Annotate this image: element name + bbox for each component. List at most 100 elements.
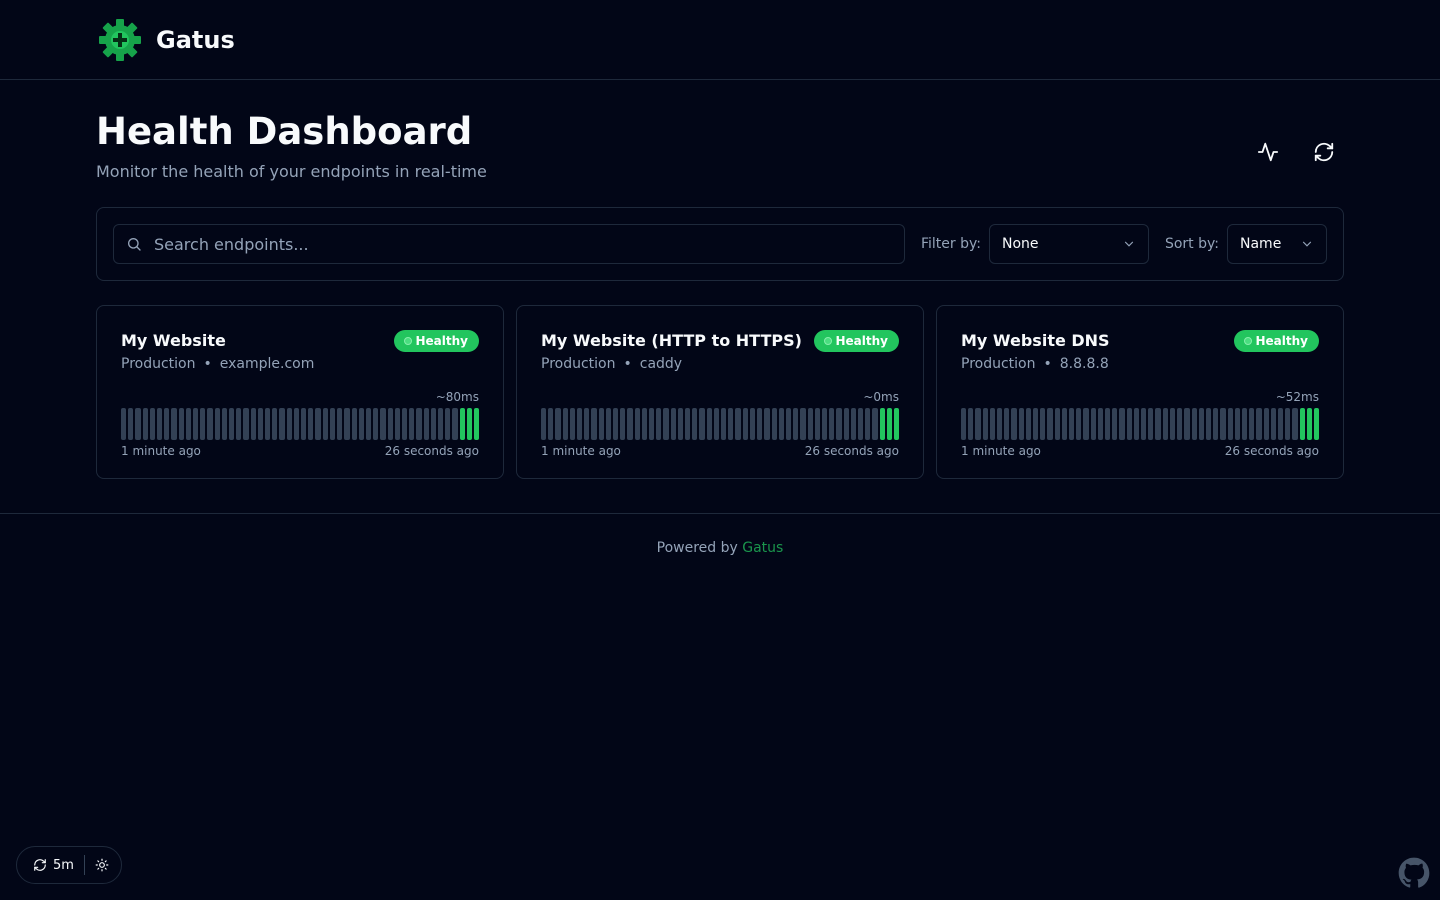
uptime-bar-empty[interactable]: [1162, 408, 1168, 440]
uptime-bar-empty[interactable]: [1112, 408, 1118, 440]
uptime-bar-empty[interactable]: [1234, 408, 1240, 440]
uptime-bar-empty[interactable]: [829, 408, 835, 440]
uptime-bar-empty[interactable]: [656, 408, 662, 440]
uptime-bar-healthy[interactable]: [1313, 408, 1320, 440]
uptime-bar-empty[interactable]: [1004, 408, 1010, 440]
uptime-bar-empty[interactable]: [214, 408, 220, 440]
uptime-bar-empty[interactable]: [785, 408, 792, 440]
uptime-bar-empty[interactable]: [387, 408, 393, 440]
uptime-bar-empty[interactable]: [634, 408, 640, 440]
uptime-bar-healthy[interactable]: [459, 408, 465, 440]
uptime-bar-empty[interactable]: [778, 408, 784, 440]
uptime-bar-empty[interactable]: [1061, 408, 1068, 440]
uptime-bar-empty[interactable]: [1169, 408, 1176, 440]
uptime-bar-empty[interactable]: [193, 408, 199, 440]
uptime-bar-empty[interactable]: [1148, 408, 1154, 440]
uptime-bar-empty[interactable]: [430, 408, 436, 440]
uptime-bar-empty[interactable]: [1220, 408, 1226, 440]
uptime-bar-empty[interactable]: [1213, 408, 1219, 440]
uptime-bar-empty[interactable]: [1184, 408, 1190, 440]
uptime-bar-empty[interactable]: [1105, 408, 1111, 440]
uptime-bar-empty[interactable]: [1011, 408, 1017, 440]
uptime-bar-empty[interactable]: [975, 408, 981, 440]
uptime-bar-empty[interactable]: [584, 408, 590, 440]
uptime-bar-empty[interactable]: [394, 408, 400, 440]
uptime-bar-empty[interactable]: [1119, 408, 1125, 440]
uptime-bar-empty[interactable]: [358, 408, 364, 440]
uptime-bar-empty[interactable]: [1141, 408, 1147, 440]
brand[interactable]: Gatus: [96, 16, 235, 64]
uptime-bar-empty[interactable]: [865, 408, 871, 440]
uptime-bar-empty[interactable]: [1126, 408, 1132, 440]
uptime-bar-empty[interactable]: [1191, 408, 1197, 440]
uptime-bar-empty[interactable]: [1285, 408, 1291, 440]
uptime-bar-empty[interactable]: [1069, 408, 1075, 440]
uptime-bar-healthy[interactable]: [1306, 408, 1312, 440]
uptime-bar-healthy[interactable]: [886, 408, 892, 440]
uptime-bar-empty[interactable]: [857, 408, 864, 440]
uptime-bar-empty[interactable]: [699, 408, 705, 440]
search-box[interactable]: [113, 224, 905, 264]
uptime-bar-healthy[interactable]: [473, 408, 480, 440]
uptime-bar-empty[interactable]: [221, 408, 228, 440]
sort-select[interactable]: Name: [1227, 224, 1327, 264]
uptime-bar-empty[interactable]: [1270, 408, 1276, 440]
uptime-bar-empty[interactable]: [627, 408, 633, 440]
uptime-bar-empty[interactable]: [142, 408, 148, 440]
uptime-bar-empty[interactable]: [814, 408, 820, 440]
uptime-bar-empty[interactable]: [1025, 408, 1032, 440]
activity-button[interactable]: [1248, 132, 1288, 172]
uptime-bar-empty[interactable]: [649, 408, 655, 440]
uptime-bar-empty[interactable]: [344, 408, 350, 440]
uptime-bar-empty[interactable]: [365, 408, 372, 440]
uptime-bar-empty[interactable]: [749, 408, 756, 440]
gatus-link[interactable]: Gatus: [742, 540, 783, 556]
uptime-bar-healthy[interactable]: [893, 408, 900, 440]
uptime-bar-empty[interactable]: [423, 408, 429, 440]
endpoint-card[interactable]: My Website DNS Production • 8.8.8.8 Health…: [936, 305, 1344, 479]
uptime-bar-empty[interactable]: [771, 408, 777, 440]
uptime-bar-empty[interactable]: [1292, 408, 1298, 440]
uptime-bar-empty[interactable]: [968, 408, 974, 440]
uptime-bar-empty[interactable]: [157, 408, 163, 440]
uptime-bar-empty[interactable]: [452, 408, 458, 440]
uptime-bar-empty[interactable]: [286, 408, 292, 440]
uptime-bar-empty[interactable]: [1083, 408, 1089, 440]
uptime-bar-empty[interactable]: [541, 408, 547, 440]
uptime-bar-healthy[interactable]: [1299, 408, 1305, 440]
uptime-bar-empty[interactable]: [821, 408, 828, 440]
uptime-bar-empty[interactable]: [337, 408, 343, 440]
uptime-bar-empty[interactable]: [677, 408, 684, 440]
uptime-bar-empty[interactable]: [351, 408, 357, 440]
uptime-bar-empty[interactable]: [207, 408, 213, 440]
uptime-bar-empty[interactable]: [322, 408, 328, 440]
github-icon[interactable]: [1398, 857, 1430, 889]
theme-toggle-button[interactable]: [95, 858, 109, 872]
uptime-bar-empty[interactable]: [200, 408, 206, 440]
uptime-bar-empty[interactable]: [416, 408, 422, 440]
uptime-bar-healthy[interactable]: [466, 408, 472, 440]
uptime-bar-empty[interactable]: [764, 408, 770, 440]
uptime-bar-empty[interactable]: [135, 408, 141, 440]
uptime-bar-empty[interactable]: [1198, 408, 1204, 440]
uptime-bar-empty[interactable]: [605, 408, 612, 440]
uptime-bar-empty[interactable]: [577, 408, 583, 440]
uptime-bar-empty[interactable]: [409, 408, 415, 440]
uptime-bar-empty[interactable]: [850, 408, 856, 440]
uptime-bar-empty[interactable]: [1249, 408, 1255, 440]
uptime-bar-empty[interactable]: [236, 408, 242, 440]
uptime-bar-empty[interactable]: [315, 408, 321, 440]
uptime-bar-empty[interactable]: [742, 408, 748, 440]
uptime-bar-empty[interactable]: [437, 408, 444, 440]
uptime-bar-empty[interactable]: [1040, 408, 1046, 440]
uptime-bar-empty[interactable]: [836, 408, 842, 440]
uptime-bar-empty[interactable]: [843, 408, 849, 440]
uptime-bar-empty[interactable]: [401, 408, 408, 440]
uptime-bar-empty[interactable]: [164, 408, 170, 440]
uptime-bar-empty[interactable]: [793, 408, 799, 440]
uptime-bar-empty[interactable]: [1047, 408, 1053, 440]
uptime-bar-empty[interactable]: [1033, 408, 1039, 440]
uptime-bar-empty[interactable]: [1076, 408, 1082, 440]
uptime-bar-empty[interactable]: [1227, 408, 1233, 440]
refresh-button[interactable]: [1304, 132, 1344, 172]
